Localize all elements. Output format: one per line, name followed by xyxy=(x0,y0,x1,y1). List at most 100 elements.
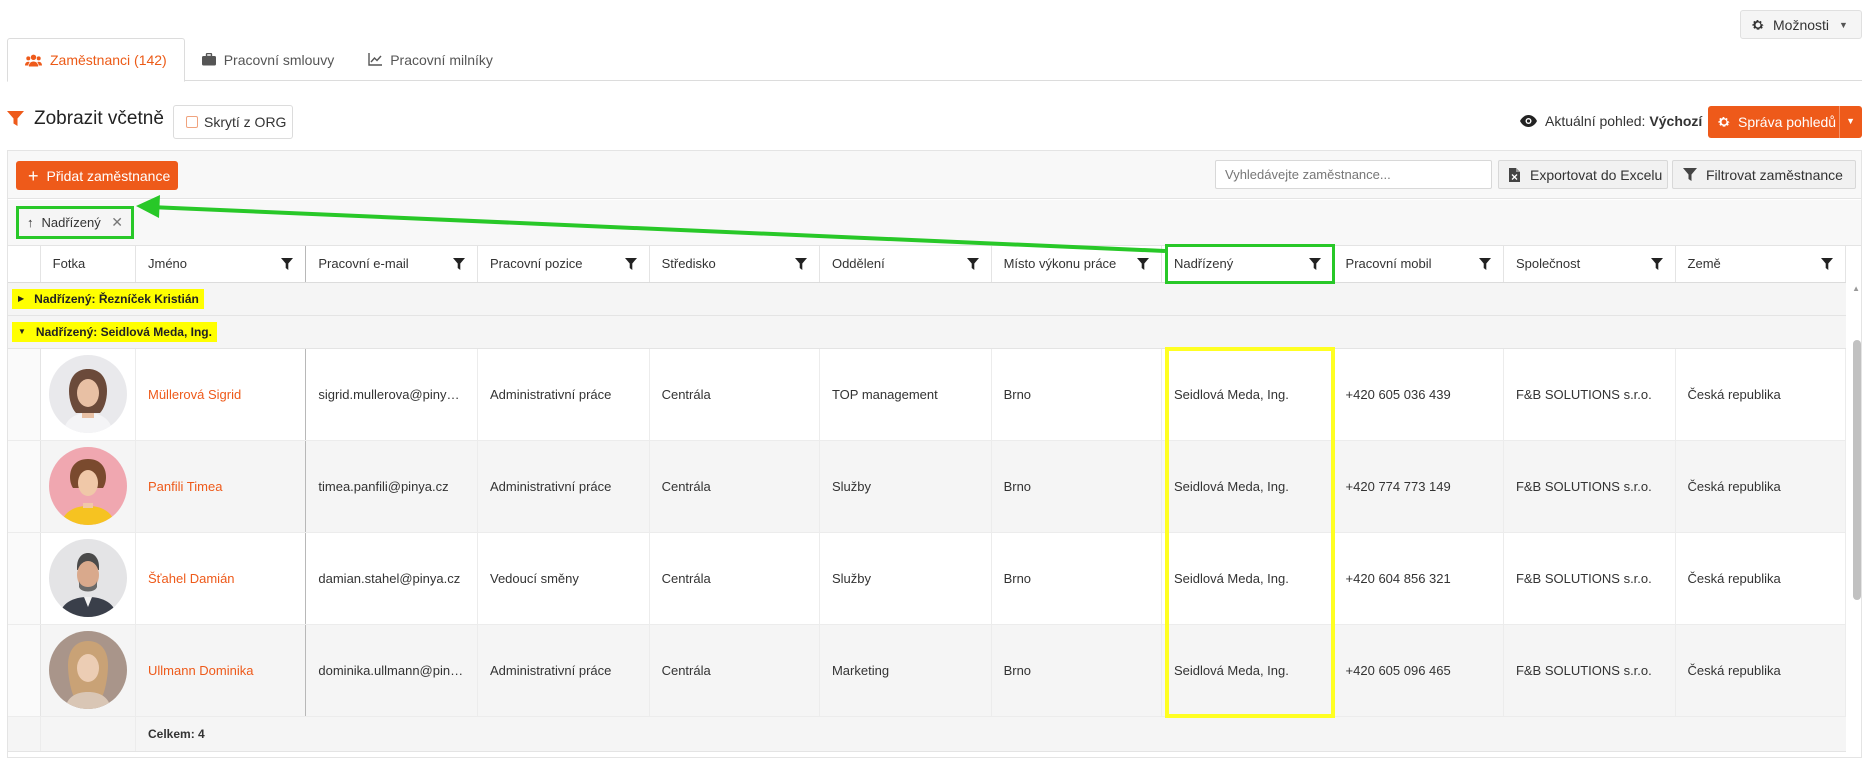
column-header-position[interactable]: Pracovní pozice xyxy=(477,246,650,283)
filter-employees-button[interactable]: Filtrovat zaměstnance xyxy=(1672,160,1856,189)
email-cell: damian.stahel@pinya.cz xyxy=(305,532,478,625)
name-cell[interactable]: Panfili Timea xyxy=(135,440,307,533)
employee-name-link[interactable]: Ullmann Dominika xyxy=(148,663,253,678)
plus-icon: + xyxy=(28,165,39,186)
column-header-manager[interactable]: Nadřízený xyxy=(1161,246,1334,283)
column-filter-icon[interactable] xyxy=(624,258,637,270)
table-row[interactable]: Panfili Timea timea.panfili@pinya.cz Adm… xyxy=(8,440,1847,533)
column-header-mobile[interactable]: Pracovní mobil xyxy=(1333,246,1504,283)
name-cell[interactable]: Ullmann Dominika xyxy=(135,624,307,717)
search-input[interactable] xyxy=(1215,160,1492,189)
eye-icon xyxy=(1520,115,1537,127)
button-divider xyxy=(1839,106,1840,138)
checkbox[interactable] xyxy=(186,116,198,128)
caret-down-icon: ▼ xyxy=(1839,19,1848,30)
position-cell: Administrativní práce xyxy=(477,348,650,441)
tab-milestones-label: Pracovní milníky xyxy=(390,51,493,68)
vertical-scrollbar[interactable] xyxy=(1853,340,1861,600)
tab-employees[interactable]: Zaměstnanci (142) xyxy=(7,38,185,82)
column-header-photo[interactable]: Fotka xyxy=(40,246,137,283)
row-indent xyxy=(8,532,41,625)
column-filter-icon[interactable] xyxy=(1136,258,1149,270)
filter-funnel-icon xyxy=(7,111,24,126)
gear-icon xyxy=(1718,117,1730,127)
briefcase-icon xyxy=(201,53,216,66)
column-filter-icon[interactable] xyxy=(966,258,979,270)
gear-icon xyxy=(1752,19,1764,30)
name-cell[interactable]: Müllerová Sigrid xyxy=(135,348,307,441)
column-header-name[interactable]: Jméno xyxy=(135,246,307,283)
current-view: Aktuální pohled: Výchozí xyxy=(1520,113,1702,129)
filter-employees-label: Filtrovat zaměstnance xyxy=(1706,166,1843,183)
workplace-cell: Brno xyxy=(991,440,1162,533)
company-cell: F&B SOLUTIONS s.r.o. xyxy=(1503,348,1676,441)
caret-down-icon[interactable]: ▼ xyxy=(18,327,26,336)
mobile-cell: +420 605 096 465 xyxy=(1333,624,1504,717)
close-icon[interactable]: ✕ xyxy=(111,214,123,231)
sort-asc-icon[interactable]: ↑ xyxy=(27,215,34,230)
column-filter-icon[interactable] xyxy=(1308,258,1321,270)
column-filter-icon[interactable] xyxy=(794,258,807,270)
column-filter-icon[interactable] xyxy=(281,258,294,270)
employee-table: Fotka Jméno Pracovní e-mail Pracovní poz… xyxy=(8,246,1847,752)
hidden-from-org-label: Skrytí z ORG xyxy=(204,114,287,130)
excel-file-icon xyxy=(1509,167,1520,182)
manager-cell: Seidlová Meda, Ing. xyxy=(1161,532,1334,625)
table-row[interactable]: Šťahel Damián damian.stahel@pinya.cz Ved… xyxy=(8,532,1847,625)
photo-cell xyxy=(40,624,137,717)
options-button[interactable]: Možnosti ▼ xyxy=(1740,10,1862,39)
scroll-up-arrow-icon[interactable]: ▲ xyxy=(1852,284,1860,293)
email-cell: timea.panfili@pinya.cz xyxy=(305,440,478,533)
group-row-expanded[interactable]: ▼ Nadřízený: Seidlová Meda, Ing. xyxy=(8,315,1846,349)
column-filter-icon[interactable] xyxy=(1821,258,1833,270)
photo-cell xyxy=(40,348,137,441)
employee-name-link[interactable]: Panfili Timea xyxy=(148,479,222,494)
column-header-workplace[interactable]: Místo výkonu práce xyxy=(991,246,1162,283)
column-filter-icon[interactable] xyxy=(1650,258,1663,270)
hidden-from-org-toggle[interactable]: Skrytí z ORG xyxy=(173,105,293,139)
column-title: Pracovní mobil xyxy=(1345,256,1432,272)
mobile-cell: +420 774 773 149 xyxy=(1333,440,1504,533)
manage-views-button[interactable]: Správa pohledů ▼ xyxy=(1708,106,1862,138)
add-employee-button[interactable]: + Přidat zaměstnance xyxy=(16,161,178,190)
tab-contracts-label: Pracovní smlouvy xyxy=(223,51,335,68)
group-label[interactable]: ▼ Nadřízený: Seidlová Meda, Ing. xyxy=(12,321,217,342)
caret-down-icon[interactable]: ▼ xyxy=(1846,116,1855,126)
row-indent xyxy=(8,624,41,717)
group-row-collapsed[interactable]: ▶ Nadřízený: Řezníček Kristián xyxy=(8,282,1846,316)
filter-title: Zobrazit včetně xyxy=(34,108,164,129)
center-cell: Centrála xyxy=(649,348,820,441)
employee-name-link[interactable]: Müllerová Sigrid xyxy=(148,387,241,402)
column-title: Fotka xyxy=(52,256,86,272)
workplace-cell: Brno xyxy=(991,532,1162,625)
name-cell[interactable]: Šťahel Damián xyxy=(135,532,307,625)
column-header-center[interactable]: Středisko xyxy=(649,246,820,283)
export-excel-button[interactable]: Exportovat do Excelu xyxy=(1498,160,1668,189)
department-cell: Služby xyxy=(819,532,992,625)
mobile-cell: +420 604 856 321 xyxy=(1333,532,1504,625)
table-row[interactable]: Ullmann Dominika dominika.ullmann@pinya.… xyxy=(8,624,1847,717)
position-cell: Administrativní práce xyxy=(477,624,650,717)
column-title: Pracovní pozice xyxy=(489,256,583,272)
column-header-country[interactable]: Země xyxy=(1675,246,1847,283)
column-header-company[interactable]: Společnost xyxy=(1503,246,1676,283)
column-filter-icon[interactable] xyxy=(452,258,465,270)
tab-contracts[interactable]: Pracovní smlouvy xyxy=(185,38,351,81)
group-label[interactable]: ▶ Nadřízený: Řezníček Kristián xyxy=(12,288,204,309)
employee-name-link[interactable]: Šťahel Damián xyxy=(148,571,235,586)
caret-right-icon[interactable]: ▶ xyxy=(18,294,24,303)
column-header-department[interactable]: Oddělení xyxy=(819,246,992,283)
grid-toolbar: + Přidat zaměstnance Exportovat do Excel… xyxy=(8,151,1861,199)
mobile-cell: +420 605 036 439 xyxy=(1333,348,1504,441)
tab-milestones[interactable]: Pracovní milníky xyxy=(351,38,510,81)
group-chip-manager[interactable]: ↑ Nadřízený ✕ xyxy=(16,206,134,239)
email-cell: sigrid.mullerova@pinya.cz xyxy=(305,348,478,441)
column-header-email[interactable]: Pracovní e-mail xyxy=(305,246,478,283)
row-indent xyxy=(8,348,41,441)
company-cell: F&B SOLUTIONS s.r.o. xyxy=(1503,440,1676,533)
center-cell: Centrála xyxy=(649,532,820,625)
photo-cell xyxy=(40,440,137,533)
column-filter-icon[interactable] xyxy=(1478,258,1491,270)
table-row[interactable]: Müllerová Sigrid sigrid.mullerova@pinya.… xyxy=(8,348,1847,441)
header-row: Fotka Jméno Pracovní e-mail Pracovní poz… xyxy=(8,246,1847,283)
